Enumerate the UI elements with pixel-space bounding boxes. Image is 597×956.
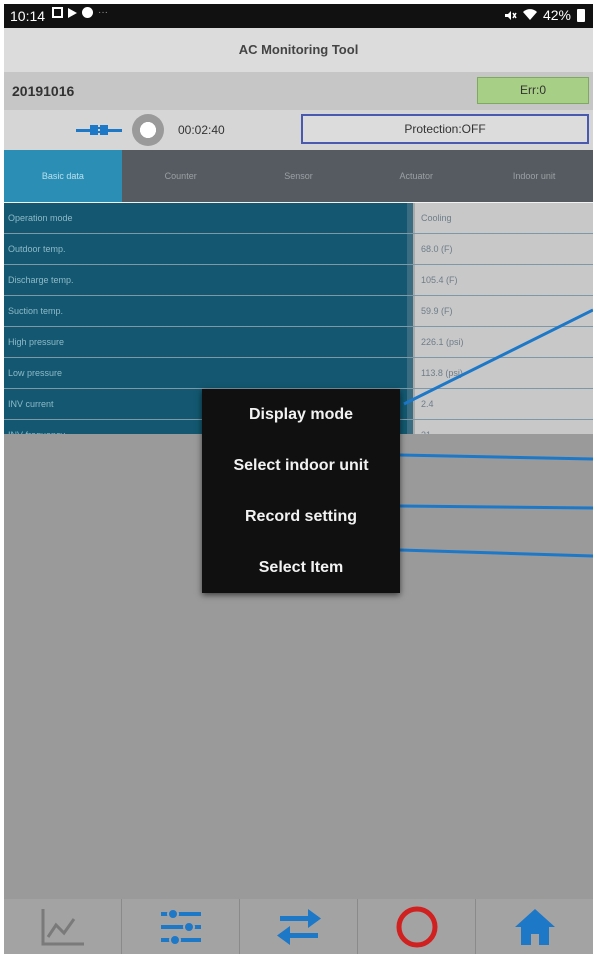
table-row[interactable]: Discharge temp. 105.4 (F) (4, 265, 593, 296)
row-value: 113.8 (psi) (413, 358, 593, 388)
row-label: High pressure (4, 327, 413, 357)
menu-item-select-indoor-unit[interactable]: Select indoor unit (202, 440, 400, 491)
row-label: Suction temp. (4, 296, 413, 326)
tab-counter[interactable]: Counter (122, 150, 240, 202)
tab-sensor[interactable]: Sensor (240, 150, 358, 202)
row-value: Cooling (413, 203, 593, 233)
more-icon: ··· (98, 7, 108, 18)
row-value: 68.0 (F) (413, 234, 593, 264)
table-row[interactable]: Outdoor temp. 68.0 (F) (4, 234, 593, 265)
tab-bar: Basic data Counter Sensor Actuator Indoo… (4, 150, 593, 202)
connection-row: 00:02:40 Protection:OFF (4, 110, 593, 150)
system-icons: 42% (504, 7, 585, 23)
play-icon (68, 7, 77, 18)
swap-icon (276, 909, 321, 945)
table-row[interactable]: Suction temp. 59.9 (F) (4, 296, 593, 327)
table-row[interactable]: Operation mode Cooling (4, 203, 593, 234)
nav-home-button[interactable] (476, 899, 593, 954)
sliders-icon (160, 908, 201, 946)
menu-item-select-item[interactable]: Select Item (202, 542, 400, 593)
error-badge[interactable]: Err:0 (477, 77, 589, 104)
info-row: 20191016 Err:0 (4, 72, 593, 110)
context-menu: Display mode Select indoor unit Record s… (202, 389, 400, 593)
home-icon (514, 909, 555, 945)
nav-transfer-button[interactable] (240, 899, 358, 954)
row-value: 226.1 (psi) (413, 327, 593, 357)
table-row[interactable]: Low pressure 113.8 (psi) (4, 358, 593, 389)
record-circle-icon (396, 906, 437, 948)
phone-screen: 10:14 ··· 42% AC Monitoring Tool 2019101… (4, 4, 593, 954)
bottom-nav (4, 899, 593, 954)
menu-item-record-setting[interactable]: Record setting (202, 491, 400, 542)
nav-settings-button[interactable] (122, 899, 240, 954)
tab-actuator[interactable]: Actuator (357, 150, 475, 202)
row-label: Outdoor temp. (4, 234, 413, 264)
record-icon[interactable] (132, 114, 164, 146)
date-label: 20191016 (12, 83, 75, 99)
app-title: AC Monitoring Tool (4, 28, 593, 72)
battery-icon (577, 8, 585, 22)
row-value: 59.9 (F) (413, 296, 593, 326)
graph-icon (41, 909, 84, 946)
message-icon (82, 7, 93, 18)
nav-graph-button[interactable] (4, 899, 122, 954)
row-label: Operation mode (4, 203, 413, 233)
tab-basic-data[interactable]: Basic data (4, 150, 122, 202)
wifi-icon (522, 9, 537, 20)
table-row[interactable]: High pressure 226.1 (psi) (4, 327, 593, 358)
status-bar: 10:14 ··· 42% (4, 4, 593, 28)
row-label: Low pressure (4, 358, 413, 388)
battery-level: 42% (542, 7, 571, 23)
status-time: 10:14 (10, 8, 46, 24)
mute-icon (504, 10, 517, 20)
tab-indoor-unit[interactable]: Indoor unit (475, 150, 593, 202)
row-value: 2.4 (413, 389, 593, 419)
protection-status[interactable]: Protection:OFF (301, 114, 589, 144)
row-label: Discharge temp. (4, 265, 413, 295)
plug-connected-icon[interactable] (76, 122, 122, 138)
row-value: 105.4 (F) (413, 265, 593, 295)
nav-record-button[interactable] (358, 899, 476, 954)
menu-item-display-mode[interactable]: Display mode (202, 389, 400, 440)
elapsed-timer: 00:02:40 (178, 123, 225, 137)
image-icon (52, 7, 63, 18)
notification-icons: ··· (52, 7, 108, 18)
